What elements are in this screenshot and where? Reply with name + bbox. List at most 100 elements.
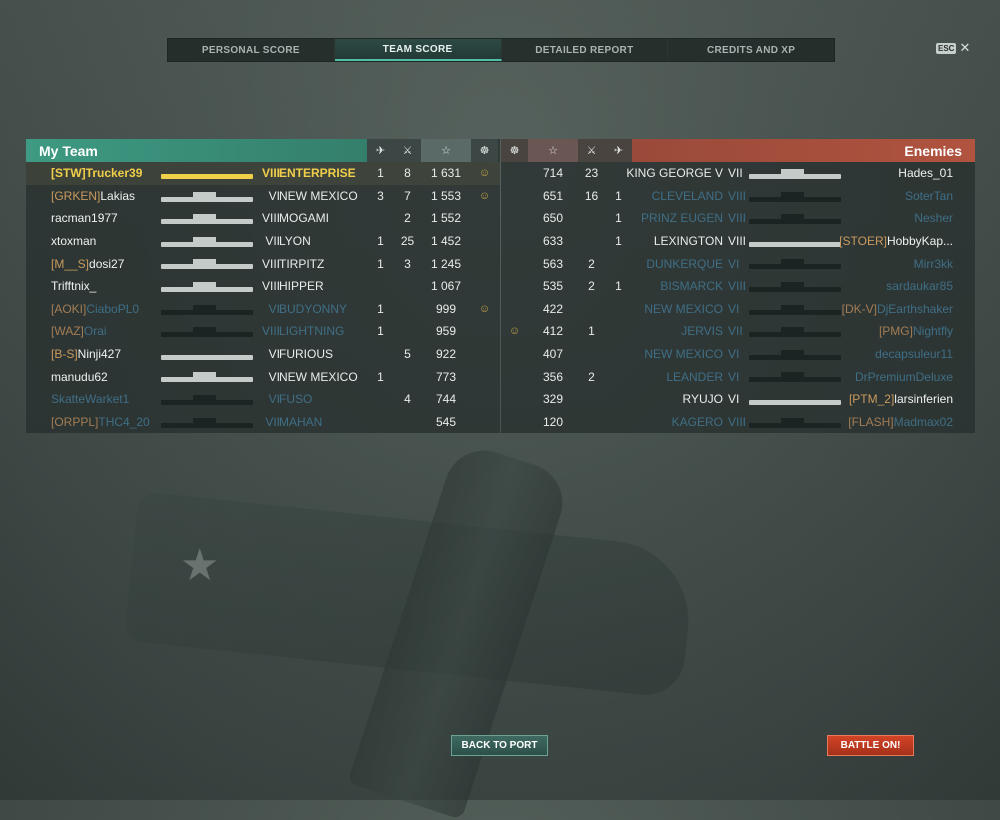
my-team-title: My Team [26, 139, 367, 162]
player-row[interactable]: [AOKI]CiaboPL0 VI BUDYONNY 1 999 ☺ [26, 298, 500, 321]
player-row[interactable]: [M__S]dosi27 VIII TIRPITZ 1 3 1 245 [26, 252, 500, 275]
base-xp-score: 1 631 [430, 166, 462, 181]
player-row[interactable]: racman1977 VIII MOGAMI 2 1 552 [26, 207, 500, 230]
ship-name: PRINZ EUGEN [640, 211, 723, 226]
player-row[interactable]: 633 1 LEXINGTON VIII [STOER]HobbyKap... [501, 230, 975, 253]
player-row[interactable]: 407 NEW MEXICO VI decapsuleur11 [501, 343, 975, 366]
medal-icon[interactable]: ☸ [501, 139, 528, 162]
base-xp-score: 1 245 [430, 256, 462, 271]
player-name: decapsuleur11 [875, 347, 953, 362]
base-xp-score: 1 452 [430, 234, 462, 249]
ship-name: KAGERO [671, 414, 723, 429]
player-name: xtoxman [51, 234, 97, 249]
ship-silhouette-icon [749, 327, 841, 338]
ship-name: NEW MEXICO [644, 301, 723, 316]
tab-team-score[interactable]: TEAM SCORE [334, 39, 502, 61]
player-row[interactable]: [STW]Trucker39 VIII ENTERPRISE 1 8 1 631 ☺ [26, 162, 500, 185]
ship-silhouette-icon [749, 191, 841, 202]
close-button[interactable]: ESC ✕ [936, 40, 970, 56]
player-row[interactable]: xtoxman VII LYON 1 25 1 452 [26, 230, 500, 253]
clan-tag: [DK-V] [841, 301, 877, 316]
player-row[interactable]: 356 2 LEANDER VI DrPremiumDeluxe [501, 365, 975, 388]
player-row[interactable]: 329 RYUJO VI [PTM_2]larsinferien [501, 388, 975, 411]
esc-key-label: ESC [936, 42, 957, 54]
ship-name: ENTERPRISE [279, 166, 356, 181]
base-xp-score: 999 [435, 301, 457, 316]
player-name-group: Trifftnix_ [51, 279, 96, 293]
player-name: larsinferien [894, 392, 953, 407]
ship-tier: VI [268, 188, 280, 203]
player-name-group: Nesher [914, 211, 953, 225]
player-row[interactable]: [GRKEN]Lakias VI NEW MEXICO 3 7 1 553 ☺ [26, 185, 500, 208]
player-name-group: [PTM_2]larsinferien [849, 392, 953, 406]
tab-detailed-report[interactable]: DETAILED REPORT [502, 39, 669, 61]
ship-tier: VI [268, 347, 280, 362]
player-name-group: [STW]Trucker39 [51, 166, 142, 180]
player-row[interactable]: ☺ 412 1 JERVIS VII [PMG]Nightfly [501, 320, 975, 343]
tab-credits-and-xp[interactable]: CREDITS AND XP [668, 39, 834, 61]
player-name: Ninji427 [77, 347, 122, 362]
ships-destroyed: 25 [400, 234, 415, 249]
player-name: Trucker39 [85, 166, 143, 181]
player-row[interactable]: SkatteWarket1 VI FUSO 4 744 [26, 388, 500, 411]
star-icon[interactable]: ☆ [528, 139, 578, 162]
base-xp-score: 922 [435, 347, 457, 362]
medal-icon[interactable]: ☸ [471, 139, 498, 162]
ship-silhouette-icon [161, 354, 253, 360]
score-tabs: PERSONAL SCORE TEAM SCORE DETAILED REPOR… [167, 38, 835, 62]
ship-tier: VI [268, 392, 280, 407]
player-row[interactable]: [B-S]Ninji427 VI FURIOUS 5 922 [26, 343, 500, 366]
torpedo-icon[interactable]: ⚔ [578, 139, 605, 162]
player-row[interactable]: 422 NEW MEXICO VI [DK-V]DjEarthshaker [501, 298, 975, 321]
player-row[interactable]: Trifftnix_ VIII HIPPER 1 067 [26, 275, 500, 298]
player-name: CiaboPL0 [86, 301, 140, 316]
clan-tag: [PMG] [878, 324, 913, 339]
clan-tag: [AOKI] [51, 301, 87, 316]
ship-silhouette-icon [161, 394, 253, 405]
star-icon[interactable]: ☆ [421, 139, 471, 162]
player-row[interactable]: 650 1 PRINZ EUGEN VIII Nesher [501, 207, 975, 230]
tab-personal-score[interactable]: PERSONAL SCORE [168, 39, 335, 61]
base-xp-score: 545 [435, 414, 457, 429]
ship-tier: VI [728, 369, 740, 384]
ship-silhouette-icon [749, 259, 841, 270]
clan-tag: [M__S] [51, 256, 90, 271]
ship-name: LEANDER [666, 369, 723, 384]
ships-destroyed: 3 [404, 256, 411, 271]
player-row[interactable]: manudu62 VI NEW MEXICO 1 773 [26, 365, 500, 388]
player-row[interactable]: 714 23 KING GEORGE V VII Hades_01 [501, 162, 975, 185]
ship-name: NEW MEXICO [644, 347, 723, 362]
plane-icon[interactable]: ✈ [605, 139, 632, 162]
torpedo-icon[interactable]: ⚔ [394, 139, 421, 162]
ship-name: MAHAN [279, 414, 323, 429]
player-name: Nesher [914, 211, 953, 226]
ship-name: FURIOUS [279, 347, 333, 362]
back-to-port-button[interactable]: BACK TO PORT [451, 735, 548, 756]
player-name-group: racman1977 [51, 211, 118, 225]
player-name: SkatteWarket1 [51, 392, 130, 407]
ship-name: BUDYONNY [279, 301, 348, 316]
ships-destroyed: 8 [404, 166, 411, 181]
base-xp-score: 633 [542, 234, 564, 249]
ship-silhouette-icon [161, 259, 253, 270]
player-row[interactable]: 535 2 1 BISMARCK VIII sardaukar85 [501, 275, 975, 298]
player-row[interactable]: 651 16 1 CLEVELAND VIII SoterTan [501, 185, 975, 208]
player-name-group: decapsuleur11 [875, 347, 953, 361]
base-xp-score: 651 [542, 188, 564, 203]
player-row[interactable]: [WAZ]Orai VIII LIGHTNING 1 959 [26, 320, 500, 343]
player-row[interactable]: 120 KAGERO VIII [FLASH]Madmax02 [501, 411, 975, 434]
ships-destroyed: 23 [584, 166, 599, 181]
ship-tier: VIII [261, 211, 280, 226]
player-row[interactable]: [ORPPL]THC4_20 VII MAHAN 545 [26, 411, 500, 434]
player-name-group: [PMG]Nightfly [879, 324, 953, 338]
plane-icon[interactable]: ✈ [367, 139, 394, 162]
battle-on-button[interactable]: BATTLE ON! [827, 735, 914, 756]
player-name-group: SkatteWarket1 [51, 392, 129, 406]
player-name: Trifftnix_ [51, 279, 97, 294]
enemies-panel: ☸ ☆ ⚔ ✈ Enemies 714 23 KING GEORGE V VII Had… [501, 139, 975, 434]
ship-tier: VI [268, 301, 280, 316]
player-row[interactable]: 563 2 DUNKERQUE VI Mirr3kk [501, 252, 975, 275]
ship-name: NEW MEXICO [279, 369, 358, 384]
ships-destroyed: 2 [588, 279, 595, 294]
ship-silhouette-icon [749, 214, 841, 225]
